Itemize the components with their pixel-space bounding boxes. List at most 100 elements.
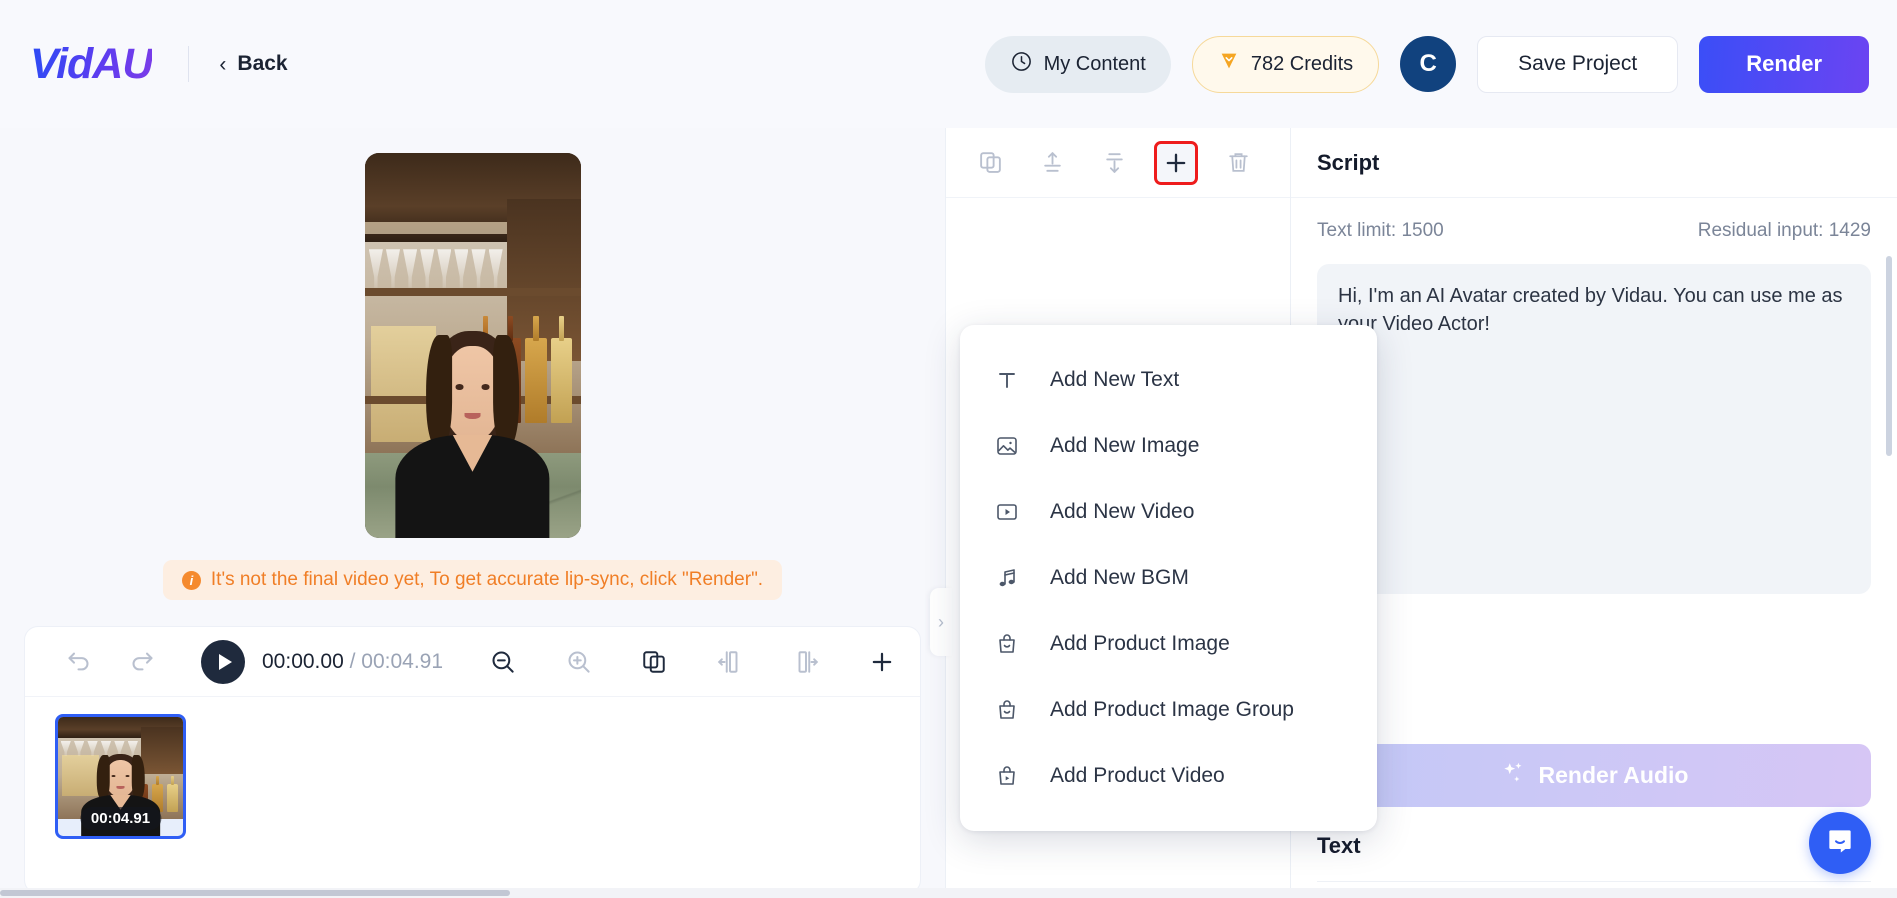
menu-item-add-product-video[interactable]: Add Product Video (960, 743, 1377, 809)
redo-icon[interactable] (119, 639, 165, 685)
menu-item-add-product-image[interactable]: Add Product Image (960, 611, 1377, 677)
clock-icon (1010, 50, 1033, 79)
person-eye-right (481, 384, 490, 390)
shopping-bag-video-icon (994, 763, 1020, 789)
split-right-icon[interactable] (783, 639, 829, 685)
zoom-out-icon[interactable] (479, 639, 525, 685)
my-content-button[interactable]: My Content (984, 35, 1171, 93)
timeline-track[interactable]: 00:04.91 (25, 697, 920, 893)
header-divider (188, 46, 190, 82)
script-title: Script (1317, 149, 1380, 175)
preview-column: i It's not the final video yet, To get a… (0, 128, 945, 898)
diamond-icon (1218, 50, 1240, 78)
vidau-logo[interactable]: VidAU (30, 40, 153, 89)
credits-label: 782 Credits (1250, 52, 1354, 75)
panel-collapse-handle[interactable]: › (930, 588, 952, 656)
credits-button[interactable]: 782 Credits (1191, 35, 1380, 93)
render-audio-button[interactable]: Render Audio (1317, 744, 1871, 807)
header-actions: My Content 782 Credits C Save Project Re… (984, 35, 1869, 93)
menu-label: Add New Text (1050, 368, 1180, 391)
shopping-bag-group-icon (994, 697, 1020, 723)
element-toolbar (946, 128, 1290, 198)
split-left-icon[interactable] (707, 639, 753, 685)
menu-label: Add Product Image Group (1050, 698, 1294, 721)
time-readout: 00:00.00 / 00:04.91 (262, 650, 443, 674)
avatar-person (393, 322, 553, 538)
video-icon (994, 499, 1020, 525)
back-button[interactable]: ‹ Back (219, 52, 287, 76)
video-preview-area: i It's not the final video yet, To get a… (24, 128, 921, 605)
copy-icon[interactable] (968, 141, 1012, 185)
total-time: 00:04.91 (361, 649, 444, 673)
chat-bubble-icon (1824, 825, 1856, 862)
script-panel: Script Text limit: 1500 Residual input: … (1290, 128, 1897, 898)
timeline-toolbar: 00:00.00 / 00:04.91 (25, 627, 920, 697)
my-content-label: My Content (1043, 52, 1146, 75)
script-textarea[interactable]: Hi, I'm an AI Avatar created by Vidau. Y… (1317, 264, 1871, 594)
play-icon (218, 653, 232, 670)
delete-element-icon[interactable] (1216, 141, 1260, 185)
script-meta: Text limit: 1500 Residual input: 1429 (1317, 220, 1871, 242)
residual-input-label: Residual input: 1429 (1697, 220, 1871, 241)
text-limit-label: Text limit: 1500 (1317, 220, 1444, 241)
menu-item-add-new-image[interactable]: Add New Image (960, 413, 1377, 479)
clip-duration-badge: 00:04.91 (79, 807, 162, 830)
text-section-divider (1317, 881, 1871, 882)
text-icon (994, 367, 1020, 393)
person-hair-right (493, 335, 519, 448)
horizontal-scrollbar[interactable] (0, 888, 1897, 898)
music-note-icon (994, 565, 1020, 591)
render-audio-label: Render Audio (1538, 762, 1689, 788)
timeline-panel: 00:00.00 / 00:04.91 00:04.91 (24, 626, 921, 894)
vidau-editor-app: VidAU ‹ Back My Content 782 Credits C Sa… (0, 0, 1897, 898)
duplicate-icon[interactable] (631, 639, 677, 685)
lip-sync-warning: i It's not the final video yet, To get a… (162, 560, 783, 600)
video-scene (364, 153, 581, 538)
render-button[interactable]: Render (1699, 35, 1869, 93)
person-torso (395, 434, 550, 538)
body-wrapper: i It's not the final video yet, To get a… (0, 128, 1897, 898)
sparkles-icon (1500, 760, 1526, 792)
menu-label: Add Product Image (1050, 632, 1230, 655)
script-scrollbar[interactable] (1886, 256, 1892, 456)
send-to-back-icon[interactable] (1092, 141, 1136, 185)
time-separator: / (349, 649, 356, 673)
image-icon (994, 433, 1020, 459)
menu-label: Add New Image (1050, 434, 1200, 457)
menu-label: Add New BGM (1050, 566, 1189, 589)
video-preview[interactable] (364, 153, 581, 538)
timeline-clip[interactable]: 00:04.91 (55, 714, 186, 839)
menu-item-add-new-bgm[interactable]: Add New BGM (960, 545, 1377, 611)
undo-icon[interactable] (55, 639, 101, 685)
chevron-left-icon: ‹ (219, 52, 227, 76)
current-time: 00:00.00 (262, 649, 344, 673)
intercom-chat-button[interactable] (1809, 812, 1871, 874)
shopping-bag-image-icon (994, 631, 1020, 657)
person-mouth (464, 412, 481, 420)
scene-shelf-upper (364, 287, 581, 297)
menu-label: Add New Video (1050, 500, 1195, 523)
script-header: Script (1291, 128, 1897, 198)
person-neckline (452, 434, 493, 472)
scene-hanging-glasses (368, 249, 503, 288)
play-button[interactable] (201, 639, 245, 684)
add-element-button[interactable] (1154, 140, 1198, 185)
scrollbar-thumb[interactable] (0, 890, 510, 896)
person-hair-left (426, 335, 452, 448)
timeline-add-icon[interactable] (859, 639, 905, 685)
user-avatar[interactable]: C (1400, 36, 1457, 92)
menu-item-add-new-text[interactable]: Add New Text (960, 347, 1377, 413)
save-project-button[interactable]: Save Project (1477, 35, 1679, 93)
top-bar: VidAU ‹ Back My Content 782 Credits C Sa… (0, 0, 1897, 128)
bring-to-front-icon[interactable] (1030, 141, 1074, 185)
menu-item-add-product-image-group[interactable]: Add Product Image Group (960, 677, 1377, 743)
text-section-title: Text (1317, 833, 1361, 858)
add-element-menu: Add New Text Add New Image Add New Video… (960, 325, 1377, 831)
back-button-label: Back (237, 52, 288, 75)
zoom-in-icon[interactable] (555, 639, 601, 685)
script-body: Text limit: 1500 Residual input: 1429 Hi… (1291, 198, 1897, 722)
lip-sync-warning-text: It's not the final video yet, To get acc… (210, 569, 764, 590)
menu-item-add-new-video[interactable]: Add New Video (960, 479, 1377, 545)
person-eye-left (455, 384, 464, 390)
menu-label: Add Product Video (1050, 764, 1225, 787)
